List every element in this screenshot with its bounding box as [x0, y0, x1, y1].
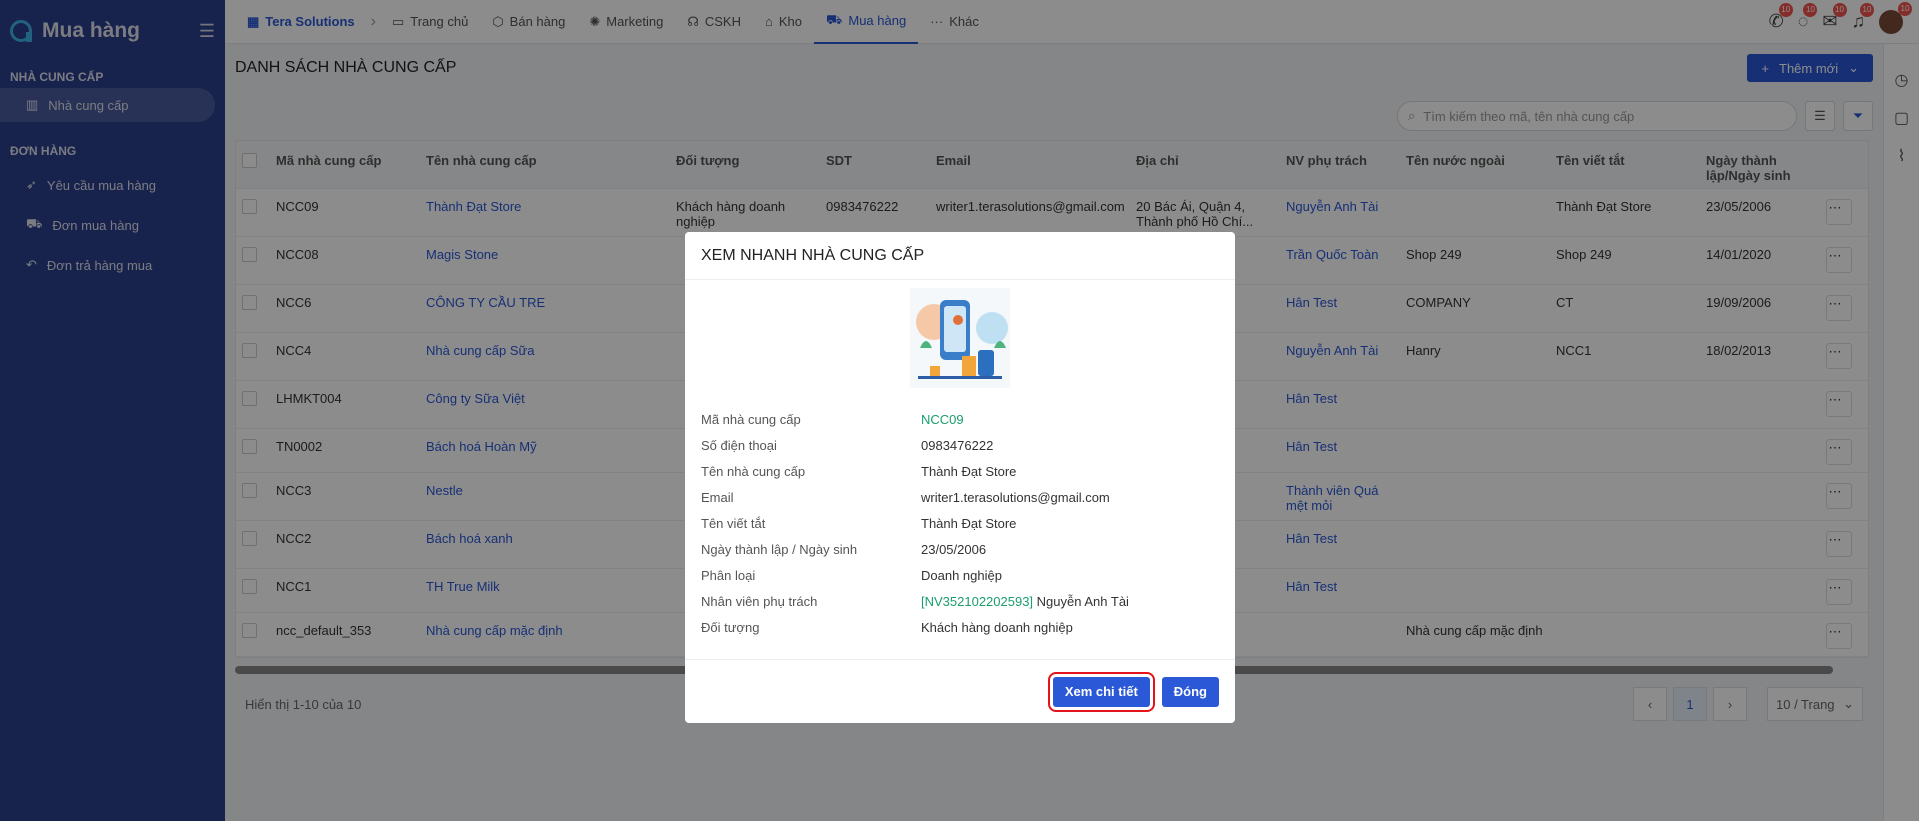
- detail-row: Nhân viên phụ trách [NV352102202593] Nguy…: [701, 588, 1219, 614]
- supplier-illustration: [910, 288, 1010, 388]
- detail-row: Tên viết tắt Thành Đạt Store: [701, 510, 1219, 536]
- view-detail-button[interactable]: Xem chi tiết: [1047, 671, 1155, 712]
- modal-fields: Mã nhà cung cấp NCC09 Số điện thoại 0983476…: [685, 388, 1235, 640]
- detail-value: Nguyễn Anh Tài: [1036, 593, 1129, 609]
- modal-title: XEM NHANH NHÀ CUNG CẤP: [685, 232, 1235, 280]
- detail-value: Thành Đạt Store: [921, 515, 1017, 531]
- detail-label: Phân loại: [701, 567, 756, 583]
- detail-label: Đối tượng: [701, 619, 760, 635]
- detail-row: Email writer1.terasolutions@gmail.com: [701, 484, 1219, 510]
- detail-row: Ngày thành lập / Ngày sinh 23/05/2006: [701, 536, 1219, 562]
- detail-value: writer1.terasolutions@gmail.com: [921, 489, 1110, 505]
- staff-code: [NV352102202593]: [921, 593, 1034, 609]
- detail-row: Mã nhà cung cấp NCC09: [701, 406, 1219, 432]
- detail-value: 23/05/2006: [921, 541, 987, 557]
- detail-row: Phân loại Doanh nghiệp: [701, 562, 1219, 588]
- detail-label: Mã nhà cung cấp: [701, 411, 801, 427]
- detail-label: Email: [701, 489, 734, 505]
- detail-label: Ngày thành lập / Ngày sinh: [701, 541, 858, 557]
- detail-row: Số điện thoại 0983476222: [701, 432, 1219, 458]
- detail-label: Tên nhà cung cấp: [701, 463, 806, 479]
- detail-value: Thành Đạt Store: [921, 463, 1017, 479]
- detail-row: Đối tượng Khách hàng doanh nghiệp: [701, 614, 1219, 640]
- detail-value: Khách hàng doanh nghiệp: [921, 619, 1073, 635]
- detail-value: NCC09: [921, 411, 964, 427]
- close-button[interactable]: Đóng: [1161, 676, 1219, 707]
- detail-row: Tên nhà cung cấp Thành Đạt Store: [701, 458, 1219, 484]
- quick-view-modal: XEM NHANH NHÀ CUNG CẤP Mã nhà cung cấp NC…: [685, 232, 1235, 723]
- detail-value: Doanh nghiệp: [921, 567, 1002, 583]
- detail-label: Tên viết tắt: [701, 515, 766, 531]
- detail-value: 0983476222: [921, 437, 994, 453]
- detail-label: Nhân viên phụ trách: [701, 593, 818, 609]
- detail-label: Số điện thoại: [701, 437, 777, 453]
